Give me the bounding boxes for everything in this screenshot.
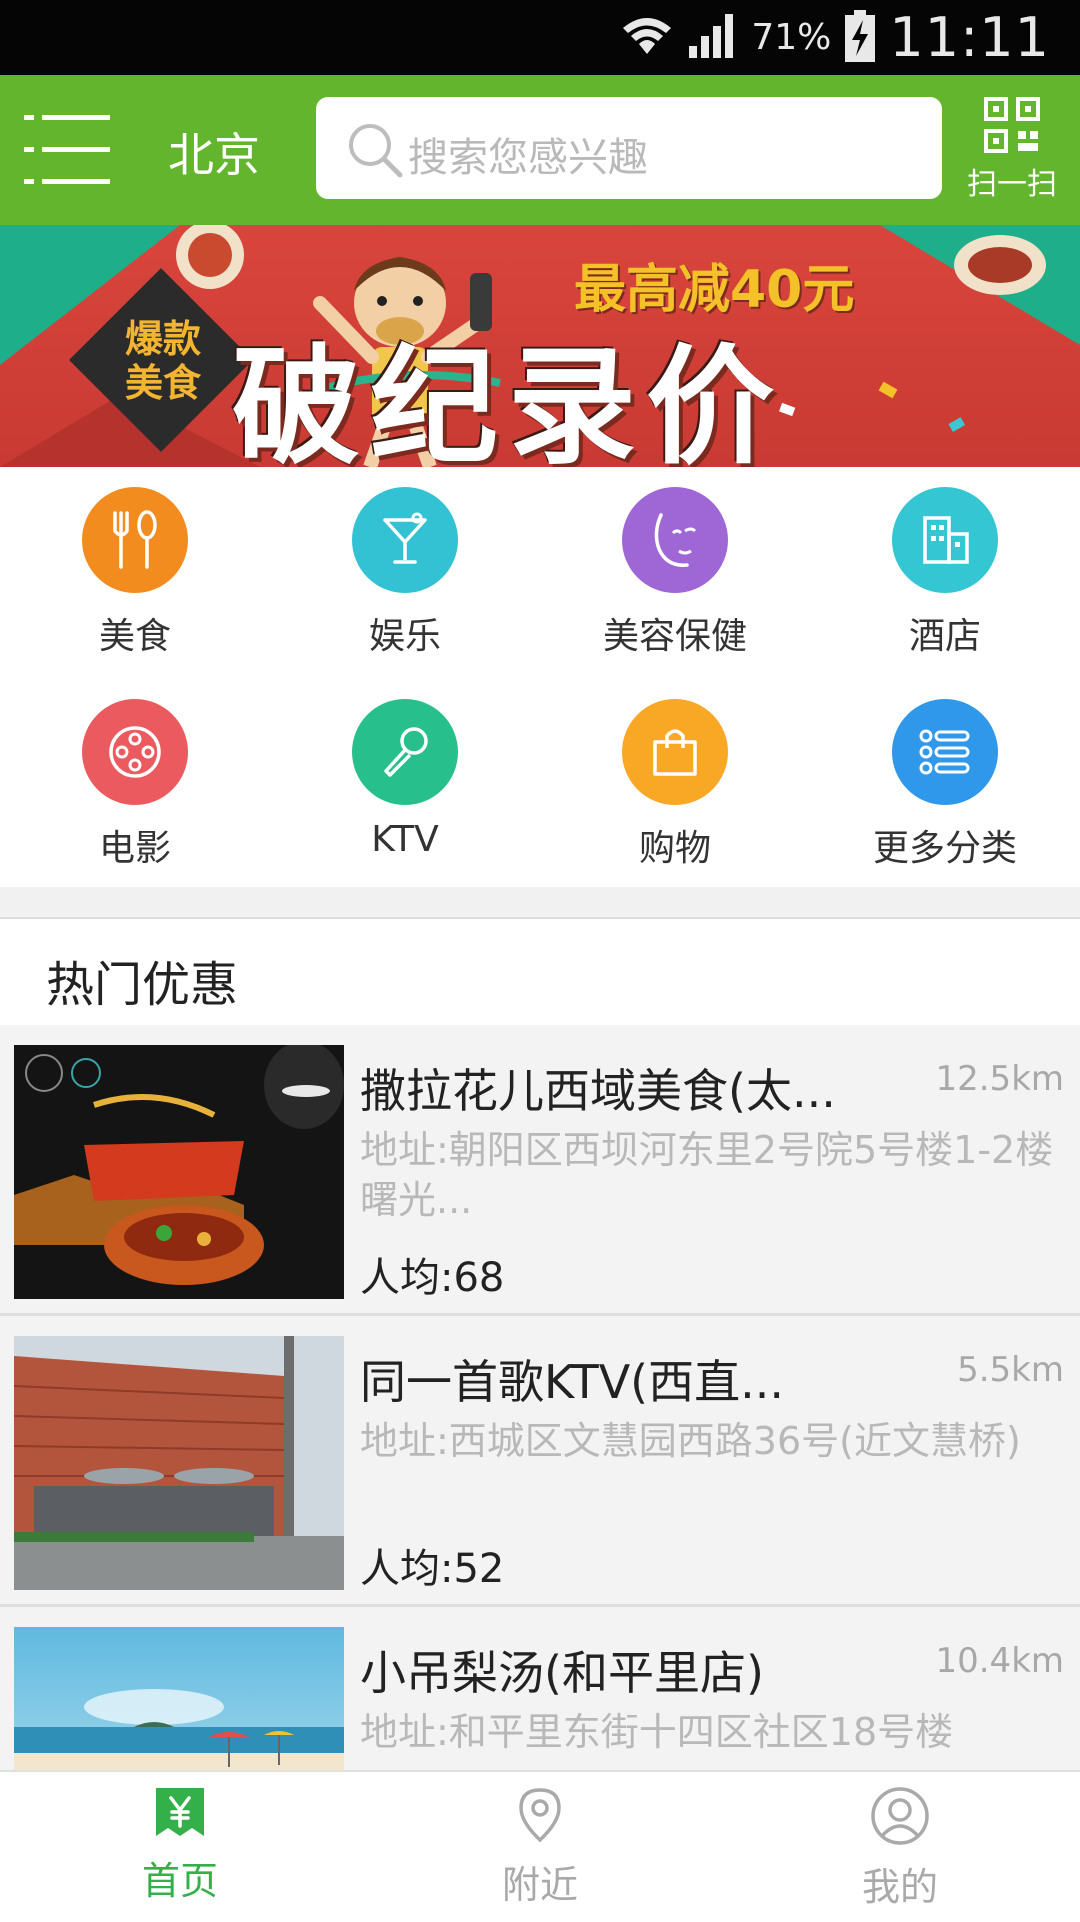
- distance: 12.5km: [935, 1059, 1064, 1099]
- category-movie[interactable]: 电影: [0, 679, 270, 879]
- clock: 11:11: [889, 6, 1050, 69]
- banner-headline: 破纪录价: [232, 333, 785, 467]
- banner-promo: 最高减40元: [574, 260, 855, 320]
- banner-badge-text: 爆款美食: [124, 317, 201, 405]
- fork-spoon-icon: [82, 487, 188, 593]
- category-more[interactable]: 更多分类: [810, 679, 1080, 879]
- user-icon: [870, 1787, 930, 1850]
- qr-code-icon: [984, 97, 1040, 157]
- address: 地址:朝阳区西坝河东里2号院5号楼1-2楼曙光...: [360, 1128, 1054, 1222]
- tab-nearby[interactable]: 附近: [440, 1786, 640, 1909]
- distance: 10.4km: [935, 1641, 1064, 1681]
- category-label: KTV: [371, 819, 439, 860]
- avg-price: 人均:52: [360, 1546, 505, 1592]
- scan-label: 扫一扫: [967, 167, 1057, 202]
- restaurant-thumbnail: [14, 1045, 344, 1299]
- battery-charging-icon: [845, 9, 876, 66]
- signal-icon: [687, 12, 737, 64]
- category-label: 更多分类: [872, 828, 1017, 869]
- category-entertainment[interactable]: 娱乐: [270, 467, 540, 667]
- category-label: 娱乐: [368, 616, 441, 657]
- city-selector[interactable]: 北京: [168, 119, 260, 185]
- list-item[interactable]: 同一首歌KTV(西直... 5.5km 地址:西城区文慧园西路36号(近文慧桥)…: [0, 1316, 1080, 1607]
- tab-home[interactable]: 首页: [80, 1786, 280, 1905]
- distance: 5.5km: [957, 1350, 1064, 1390]
- list-item[interactable]: 撒拉花儿西域美食(太... 12.5km 地址:朝阳区西坝河东里2号院5号楼1-…: [0, 1025, 1080, 1316]
- shopping-bag-icon: [622, 699, 728, 805]
- category-ktv[interactable]: KTV: [270, 679, 540, 879]
- category-label: 电影: [98, 828, 171, 869]
- film-reel-icon: [82, 699, 188, 805]
- wifi-icon: [621, 14, 673, 62]
- category-label: 美容保健: [602, 616, 747, 657]
- ktv-thumbnail: [14, 1336, 344, 1590]
- status-bar: 71% 11:11: [0, 0, 1080, 75]
- shop-name: 小吊梨汤(和平里店): [360, 1646, 764, 1700]
- category-label: 美食: [98, 616, 171, 657]
- category-shopping[interactable]: 购物: [540, 679, 810, 879]
- cocktail-icon: [352, 487, 458, 593]
- tab-mine[interactable]: 我的: [800, 1786, 1000, 1911]
- section-title: 热门优惠: [46, 957, 239, 1013]
- search-placeholder: 搜索您感兴趣: [408, 135, 648, 181]
- microphone-icon: [352, 699, 458, 805]
- promo-banner[interactable]: 爆款美食 破纪录价 最高减40元: [0, 225, 1080, 467]
- battery-percent: 71%: [751, 17, 832, 58]
- address: 地址:西城区文慧园西路36号(近文慧桥): [360, 1419, 1021, 1463]
- category-label: 酒店: [908, 616, 981, 657]
- tab-label: 首页: [141, 1859, 218, 1903]
- category-beauty[interactable]: 美容保健: [540, 467, 810, 667]
- hot-deals-header: 热门优惠: [0, 917, 1080, 1027]
- menu-icon[interactable]: [24, 105, 110, 195]
- tab-label: 我的: [861, 1865, 938, 1909]
- address: 地址:和平里东街十四区社区18号楼: [360, 1710, 954, 1754]
- shop-name: 撒拉花儿西域美食(太...: [360, 1064, 836, 1118]
- bottom-nav: 首页 附近 我的: [0, 1770, 1080, 1922]
- shop-name: 同一首歌KTV(西直...: [360, 1355, 784, 1409]
- category-label: 购物: [638, 828, 711, 869]
- deal-list: 撒拉花儿西域美食(太... 12.5km 地址:朝阳区西坝河东里2号院5号楼1-…: [0, 1025, 1080, 1898]
- building-icon: [892, 487, 998, 593]
- face-icon: [622, 487, 728, 593]
- home-yen-icon: [154, 1788, 206, 1844]
- category-hotel[interactable]: 酒店: [810, 467, 1080, 667]
- tab-label: 附近: [501, 1863, 578, 1907]
- category-grid: 美食 娱乐 美容保健 酒店 电影 KTV 购物 更多分类: [0, 467, 1080, 887]
- search-icon: [346, 121, 404, 183]
- top-bar: 北京 搜索您感兴趣 扫一扫: [0, 75, 1080, 225]
- search-box[interactable]: 搜索您感兴趣: [316, 97, 942, 199]
- location-pin-icon: [517, 1788, 563, 1848]
- category-food[interactable]: 美食: [0, 467, 270, 667]
- avg-price: 人均:68: [360, 1255, 505, 1301]
- scan-button[interactable]: 扫一扫: [962, 97, 1062, 203]
- list-icon: [892, 699, 998, 805]
